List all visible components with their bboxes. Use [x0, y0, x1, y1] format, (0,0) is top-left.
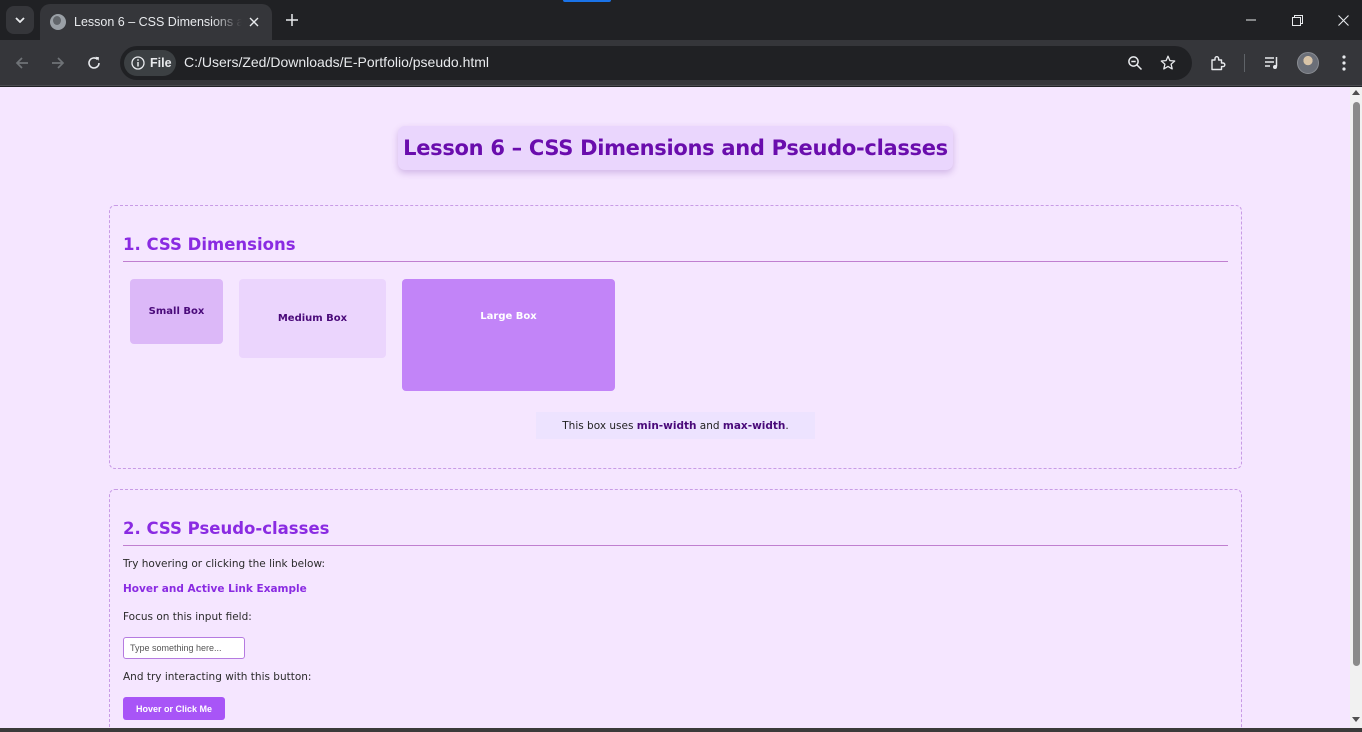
dimensions-section: 1. CSS Dimensions Small Box Medium Box L… [109, 205, 1242, 469]
button-instruction: And try interacting with this button: [123, 671, 312, 683]
toolbar-separator [1244, 54, 1245, 72]
zoom-icon [1128, 56, 1143, 71]
restore-icon [1291, 14, 1303, 26]
browser-menu-button[interactable] [1332, 51, 1356, 75]
pseudo-classes-heading: 2. CSS Pseudo-classes [123, 519, 330, 538]
tab-search-button[interactable] [6, 6, 34, 34]
minmax-text-after: . [785, 419, 789, 432]
tab-indicator [563, 0, 611, 2]
extensions-button[interactable] [1206, 51, 1230, 75]
plus-icon [286, 14, 298, 26]
minimize-button[interactable] [1228, 0, 1274, 40]
focus-input-field[interactable] [123, 637, 245, 659]
taskbar-edge [0, 728, 1362, 732]
min-width-label: min-width [636, 419, 697, 432]
medium-box: Medium Box [239, 279, 386, 358]
page-title: Lesson 6 – CSS Dimensions and Pseudo-cla… [398, 126, 953, 170]
close-window-button[interactable] [1320, 0, 1362, 40]
reload-button[interactable] [80, 49, 108, 77]
large-box: Large Box [402, 279, 615, 391]
close-icon [1337, 14, 1349, 26]
max-width-label: max-width [722, 419, 786, 432]
new-tab-button[interactable] [280, 8, 304, 32]
dimensions-heading: 1. CSS Dimensions [123, 235, 296, 254]
back-icon [15, 57, 28, 69]
min-max-width-box: This box uses min-width and max-width. [536, 412, 815, 439]
url-text[interactable]: C:/Users/Zed/Downloads/E-Portfolio/pseud… [184, 54, 489, 70]
active-tab[interactable]: Lesson 6 – CSS Dimensions and Pseudo-cla… [40, 4, 272, 40]
browser-toolbar: File C:/Users/Zed/Downloads/E-Portfolio/… [0, 40, 1362, 86]
hover-click-button[interactable]: Hover or Click Me [123, 697, 225, 720]
restore-button[interactable] [1274, 0, 1320, 40]
forward-icon [52, 57, 65, 69]
profile-avatar[interactable] [1297, 52, 1319, 74]
minimize-icon [1246, 19, 1256, 21]
minmax-text-before: This box uses [562, 419, 637, 432]
scroll-up-arrow-icon[interactable] [1352, 90, 1360, 95]
media-button[interactable] [1260, 51, 1284, 75]
page-viewport: Lesson 6 – CSS Dimensions and Pseudo-cla… [0, 87, 1350, 728]
back-button[interactable] [8, 49, 36, 77]
tab-strip: Lesson 6 – CSS Dimensions and Pseudo-cla… [0, 0, 1362, 40]
close-icon [249, 17, 259, 27]
zoom-button[interactable] [1125, 53, 1145, 73]
scroll-down-arrow-icon[interactable] [1352, 717, 1360, 722]
scrollbar-thumb[interactable] [1353, 102, 1360, 666]
forward-button[interactable] [44, 49, 72, 77]
tab-close-button[interactable] [244, 12, 264, 32]
media-icon [1265, 57, 1278, 69]
tab-search-icon [15, 17, 25, 23]
address-bar[interactable]: File C:/Users/Zed/Downloads/E-Portfolio/… [120, 46, 1192, 80]
site-chip-label: File [150, 56, 172, 70]
tab-title: Lesson 6 – CSS Dimensions and Pseudo-cla… [74, 15, 242, 29]
bookmark-button[interactable] [1158, 53, 1178, 73]
small-box: Small Box [130, 279, 223, 344]
extensions-icon [1211, 56, 1226, 71]
info-icon [131, 56, 145, 70]
globe-icon [50, 14, 66, 30]
focus-instruction: Focus on this input field: [123, 611, 252, 623]
kebab-menu-icon [1342, 55, 1346, 71]
hover-active-link[interactable]: Hover and Active Link Example [123, 583, 307, 595]
pseudo-classes-section: 2. CSS Pseudo-classes Try hovering or cl… [109, 489, 1242, 728]
heading-divider [123, 545, 1228, 546]
minmax-text-and: and [696, 419, 723, 432]
hover-instruction: Try hovering or clicking the link below: [123, 558, 325, 570]
heading-divider [123, 261, 1228, 262]
site-info-chip[interactable]: File [124, 50, 176, 76]
reload-icon [88, 56, 100, 69]
star-icon [1160, 55, 1176, 70]
